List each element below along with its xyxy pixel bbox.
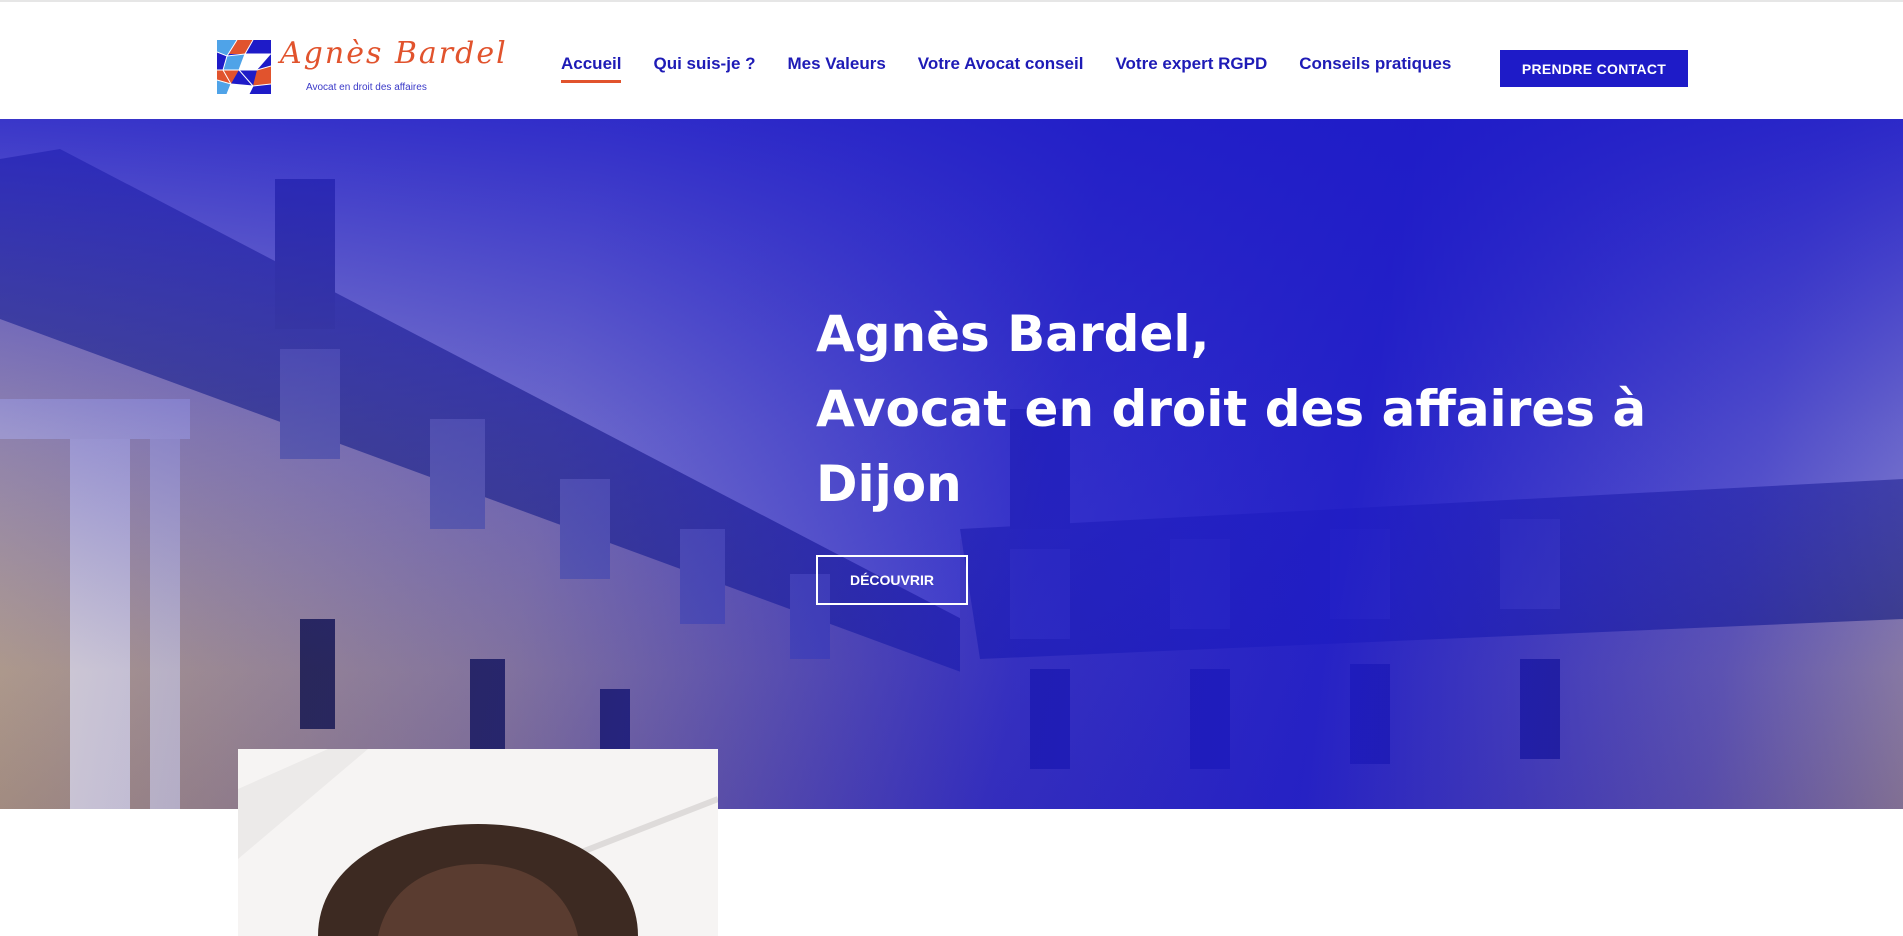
hero-title-line-1: Agnès Bardel,: [816, 305, 1210, 363]
site-logo[interactable]: Agnès Bardel Avocat en droit des affaire…: [217, 36, 506, 98]
nav-item-accueil[interactable]: Accueil: [561, 54, 622, 83]
discover-button[interactable]: DÉCOUVRIR: [816, 555, 968, 605]
hero-title: Agnès Bardel, Avocat en droit des affair…: [816, 297, 1716, 522]
hero-title-line-2: Avocat en droit des affaires à: [816, 380, 1647, 438]
main-nav: Accueil Qui suis-je ? Mes Valeurs Votre …: [561, 54, 1451, 83]
logo-tagline: Avocat en droit des affaires: [306, 82, 427, 93]
site-header: Agnès Bardel Avocat en droit des affaire…: [0, 2, 1903, 119]
portrait-image: [238, 749, 718, 936]
nav-item-conseils-pratiques[interactable]: Conseils pratiques: [1299, 54, 1451, 74]
nav-item-avocat-conseil[interactable]: Votre Avocat conseil: [918, 54, 1084, 74]
nav-item-mes-valeurs[interactable]: Mes Valeurs: [788, 54, 886, 74]
contact-button[interactable]: PRENDRE CONTACT: [1500, 50, 1688, 87]
logo-name: Agnès Bardel: [280, 36, 508, 71]
nav-item-expert-rgpd[interactable]: Votre expert RGPD: [1115, 54, 1267, 74]
stained-glass-logo-icon: [217, 40, 271, 94]
nav-item-qui-suis-je[interactable]: Qui suis-je ?: [653, 54, 755, 74]
hero-section: Agnès Bardel, Avocat en droit des affair…: [0, 119, 1903, 809]
portrait-photo: [238, 749, 718, 936]
hero-title-line-3: Dijon: [816, 455, 962, 513]
